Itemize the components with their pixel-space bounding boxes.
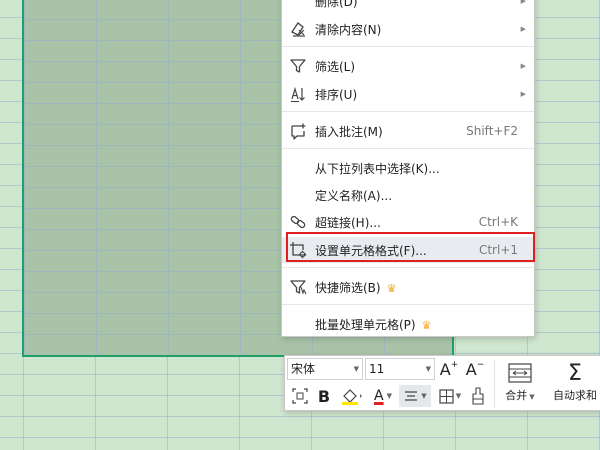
menu-item-shortcut: Shift+F2 bbox=[466, 124, 518, 138]
chevron-down-icon: ▼ bbox=[455, 392, 462, 400]
menu-item-label: 批量处理单元格(P) ♛ bbox=[315, 317, 432, 332]
menu-item-label: 超链接(H)... bbox=[315, 215, 381, 230]
menu-item-shortcut: Ctrl+K bbox=[478, 215, 518, 229]
premium-crown-icon: ♛ bbox=[421, 318, 432, 332]
menu-item-label: 插入批注(M) bbox=[315, 124, 383, 139]
select-cells-button[interactable] bbox=[289, 385, 311, 407]
menu-divider bbox=[282, 46, 534, 47]
menu-item-label: 快捷筛选(B) ♛ bbox=[315, 280, 397, 295]
submenu-arrow-icon: ▶ bbox=[520, 90, 526, 98]
chevron-down-icon: ▼ bbox=[353, 365, 359, 373]
link-icon bbox=[288, 212, 308, 232]
menu-item-batch-process-cells[interactable]: 批量处理单元格(P) ♛ bbox=[282, 311, 534, 337]
autosum-label: 自动求和 bbox=[553, 389, 597, 402]
menu-item-label: 清除内容(N) bbox=[315, 22, 382, 37]
sort-icon bbox=[288, 84, 308, 104]
menu-item-label: 定义名称(A)... bbox=[315, 188, 393, 203]
format-painter-button[interactable] bbox=[467, 385, 489, 407]
sigma-icon: Σ bbox=[568, 361, 582, 386]
submenu-arrow-icon: ▶ bbox=[520, 62, 526, 70]
font-name-value: 宋体 bbox=[291, 362, 316, 376]
menu-item-filter[interactable]: 筛选(L) ▶ bbox=[282, 53, 534, 79]
format-painter-icon bbox=[472, 387, 484, 405]
toolbar-divider bbox=[494, 360, 495, 408]
align-center-icon bbox=[405, 391, 418, 401]
merge-button[interactable]: 合并 ▼ bbox=[499, 358, 541, 408]
menu-item-delete[interactable]: 删除(D) ▶ bbox=[282, 0, 534, 14]
selection-icon bbox=[292, 388, 308, 404]
menu-divider bbox=[282, 304, 534, 305]
menu-item-pick-from-dropdown[interactable]: 从下拉列表中选择(K)... bbox=[282, 155, 534, 181]
font-size-value: 11 bbox=[369, 362, 385, 376]
menu-divider bbox=[282, 111, 534, 112]
highlight-box bbox=[286, 232, 535, 262]
menu-item-label: 删除(D) bbox=[315, 0, 358, 9]
menu-divider bbox=[282, 148, 534, 149]
bold-button[interactable]: B bbox=[313, 385, 335, 407]
mini-toolbar: 宋体 ▼ 11 ▼ A + A − B A ▼ ▼ ▼ 合并 ▼ Σ 自动求和 bbox=[284, 355, 600, 411]
chevron-down-icon: ▼ bbox=[421, 392, 427, 400]
menu-divider bbox=[282, 267, 534, 268]
font-color-icon: A bbox=[374, 388, 384, 404]
menu-item-insert-comment[interactable]: 插入批注(M) Shift+F2 bbox=[282, 118, 534, 144]
menu-item-label: 从下拉列表中选择(K)... bbox=[315, 161, 440, 176]
bold-icon: B bbox=[317, 386, 331, 406]
submenu-arrow-icon: ▶ bbox=[520, 25, 526, 33]
context-menu: 删除(D) ▶ 清除内容(N) ▶ 筛选(L) ▶ 排序(U) ▶ 插入批注(M… bbox=[281, 0, 535, 337]
merge-label: 合并 ▼ bbox=[505, 389, 535, 402]
menu-item-define-name[interactable]: 定义名称(A)... bbox=[282, 182, 534, 208]
menu-item-label: 排序(U) bbox=[315, 87, 358, 102]
filter-icon bbox=[288, 56, 308, 76]
borders-button[interactable]: ▼ bbox=[435, 385, 465, 407]
quick-filter-icon bbox=[288, 277, 308, 297]
comment-icon bbox=[288, 121, 308, 141]
increase-font-icon: A bbox=[439, 359, 451, 379]
increase-font-size-button[interactable]: A + bbox=[437, 357, 461, 381]
chevron-down-icon: ▼ bbox=[425, 365, 431, 373]
font-color-button[interactable]: A ▼ bbox=[369, 385, 397, 407]
autosum-button[interactable]: Σ 自动求和 bbox=[547, 358, 600, 408]
font-size-select[interactable]: 11 ▼ bbox=[365, 358, 435, 380]
menu-item-quick-filter[interactable]: 快捷筛选(B) ♛ bbox=[282, 274, 534, 300]
fill-color-button[interactable] bbox=[337, 385, 367, 407]
menu-item-label: 筛选(L) bbox=[315, 59, 356, 74]
menu-item-clear-contents[interactable]: 清除内容(N) ▶ bbox=[282, 16, 534, 42]
menu-item-sort[interactable]: 排序(U) ▶ bbox=[282, 81, 534, 107]
align-center-button[interactable]: ▼ bbox=[399, 385, 431, 407]
submenu-arrow-icon: ▶ bbox=[520, 0, 526, 5]
chevron-down-icon: ▼ bbox=[386, 392, 392, 400]
font-name-select[interactable]: 宋体 ▼ bbox=[287, 358, 363, 380]
premium-crown-icon: ♛ bbox=[386, 281, 397, 295]
borders-icon bbox=[439, 388, 454, 404]
fill-bucket-icon bbox=[342, 389, 362, 405]
eraser-icon bbox=[288, 19, 308, 39]
decrease-font-size-button[interactable]: A − bbox=[463, 357, 487, 381]
merge-cells-icon bbox=[508, 363, 532, 383]
decrease-font-icon: A bbox=[465, 359, 477, 379]
